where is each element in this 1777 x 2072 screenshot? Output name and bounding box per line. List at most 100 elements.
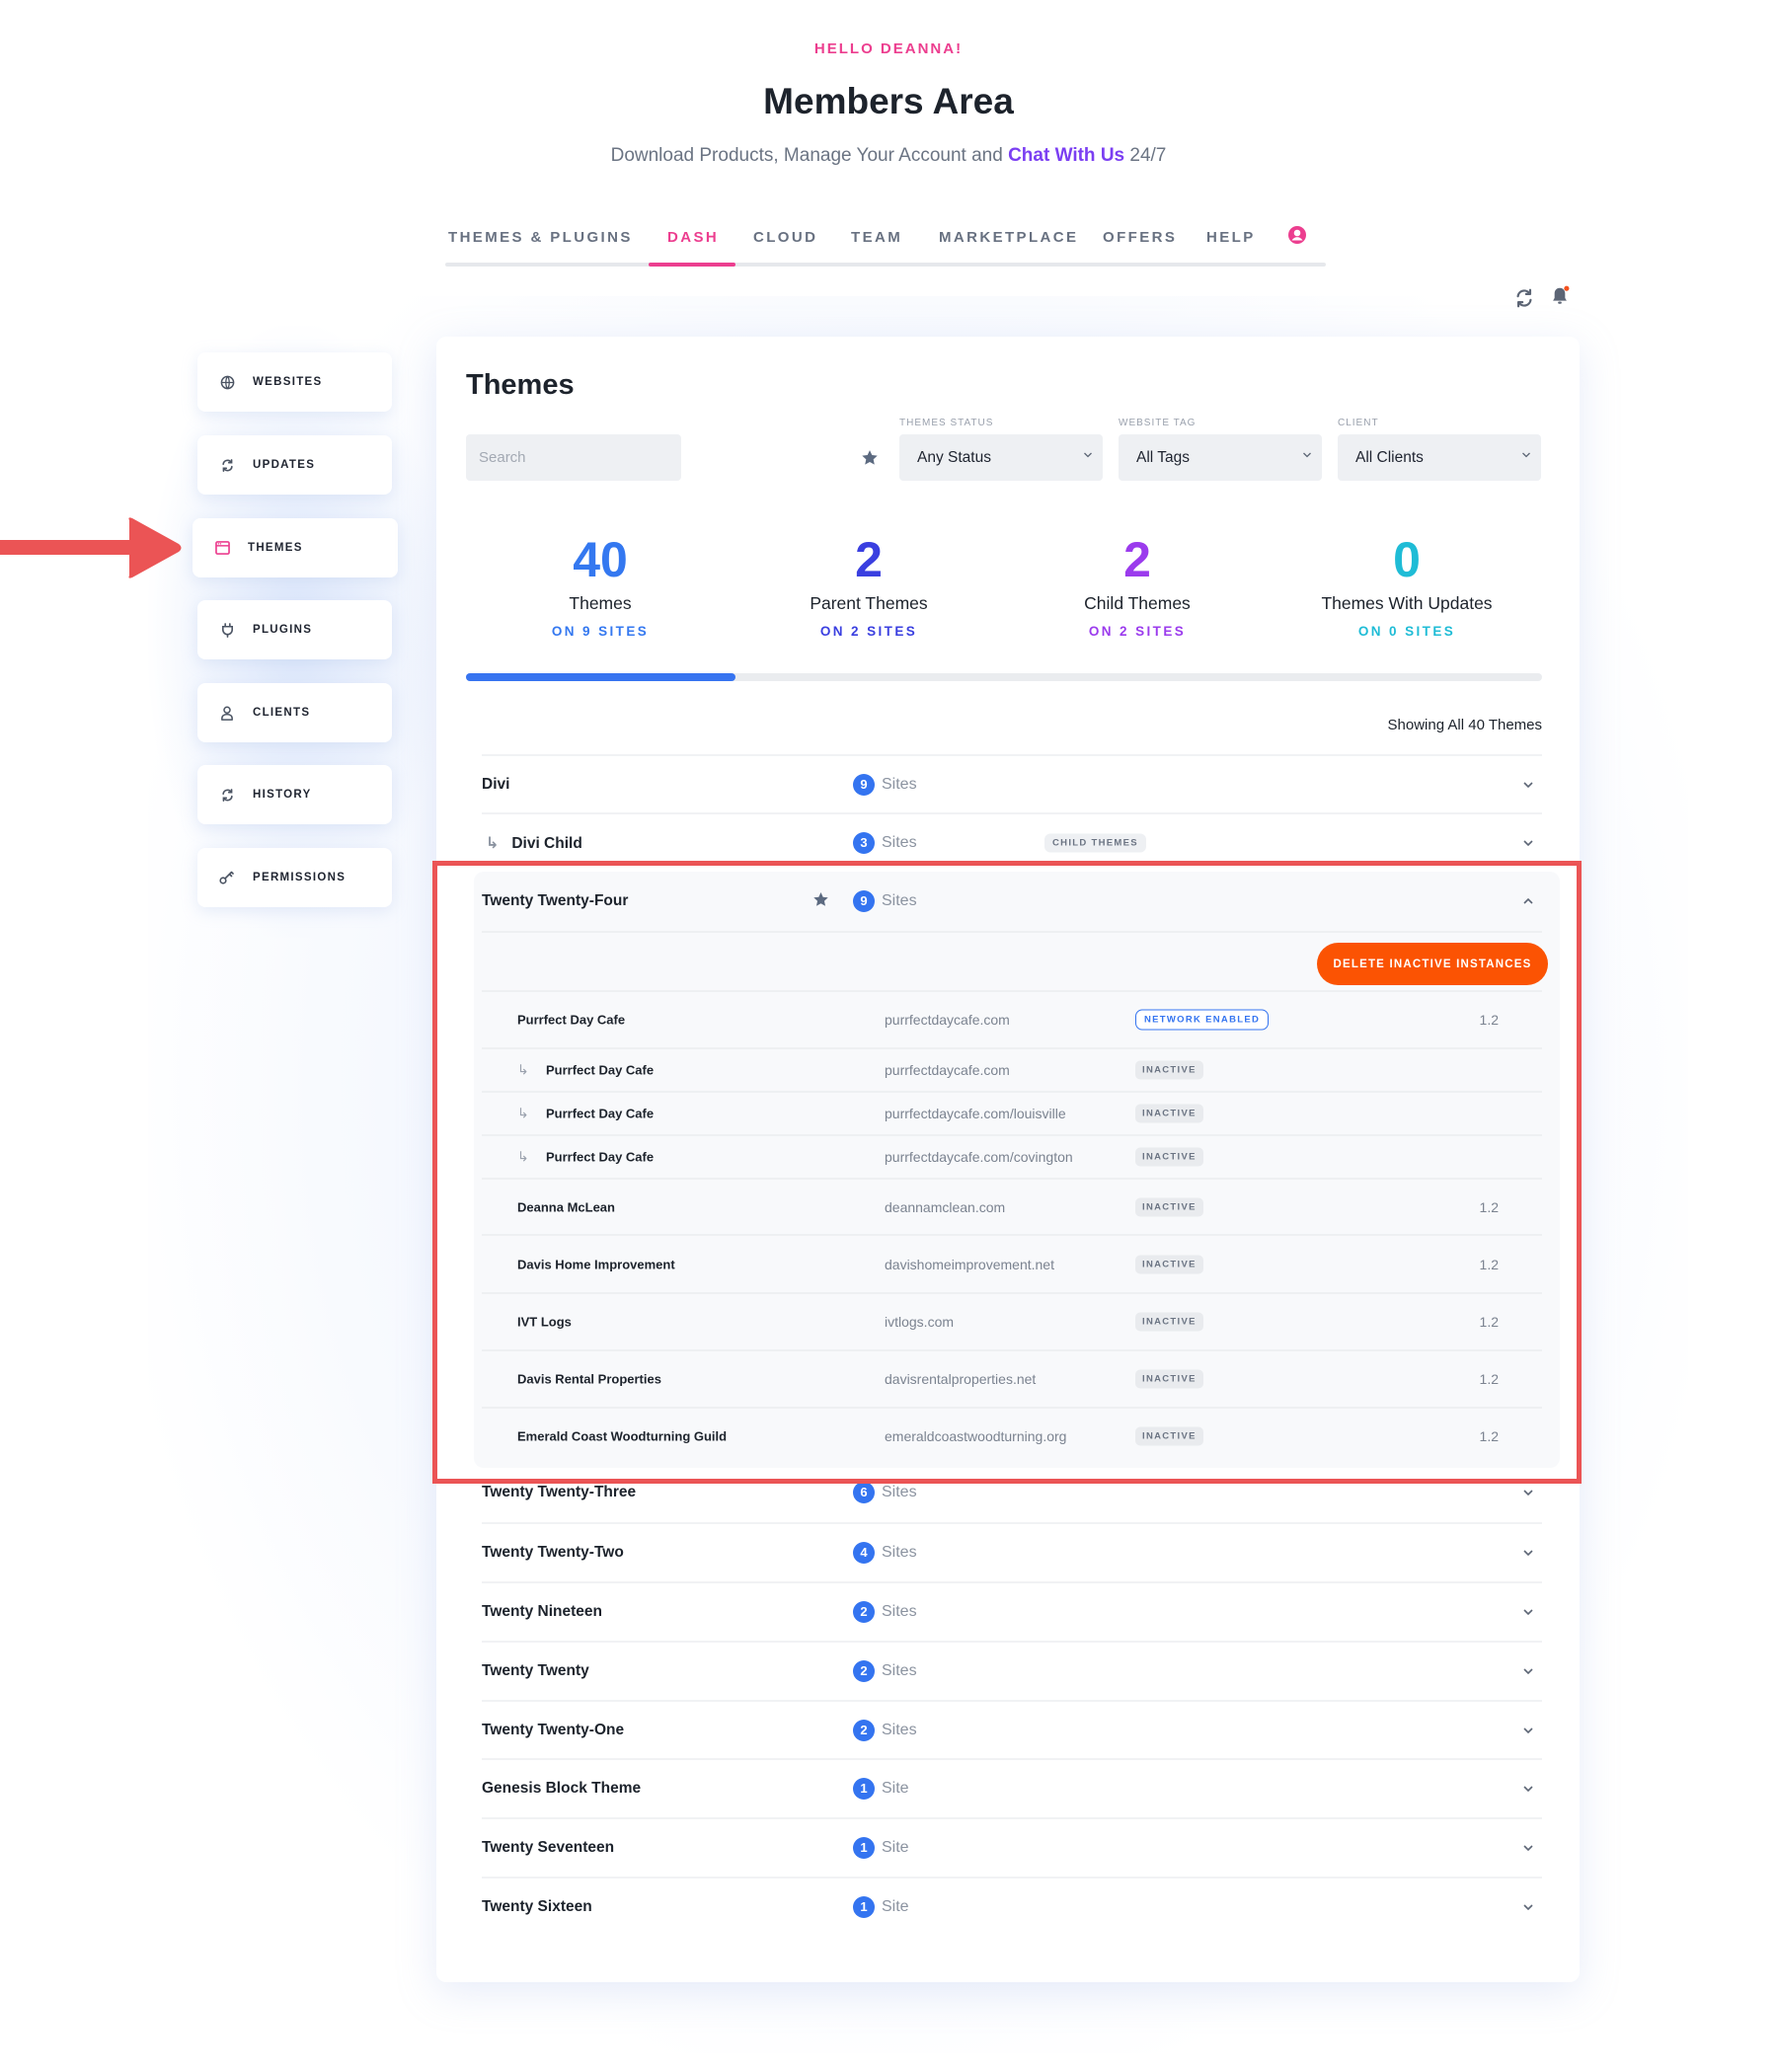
sites-label: Sites [882,1484,917,1500]
stat-sub: ON 9 SITES [551,624,650,639]
refresh-icon[interactable] [1513,287,1535,309]
theme-row[interactable]: Twenty Twenty-One 2 Sites [482,1700,1542,1759]
theme-name: Divi Child [511,835,582,852]
globe-icon [219,374,235,390]
chevron-down-icon[interactable] [1522,834,1534,852]
theme-row[interactable]: Genesis Block Theme 1 Site [482,1758,1542,1817]
theme-name: Twenty Twenty [482,1662,589,1679]
chevron-down-icon[interactable] [1522,1722,1534,1739]
site-count-badge: 3 [853,832,875,854]
chevron-down-icon [1303,452,1311,458]
theme-name: Genesis Block Theme [482,1780,642,1797]
theme-row[interactable]: Twenty Sixteen 1 Site [482,1877,1542,1936]
sidebar-item-themes[interactable]: THEMES [193,518,398,577]
tab-dash[interactable]: DASH [667,229,719,246]
plug-icon [219,622,235,638]
section-title: Themes [466,369,575,401]
chevron-down-icon[interactable] [1522,1544,1534,1562]
site-count-badge: 1 [853,1778,875,1800]
stat-label: Themes [569,593,632,613]
stats-progress-fill [466,673,735,681]
sites-label: Site [882,1780,909,1797]
sidebar-item-websites[interactable]: WEBSITES [197,352,392,412]
sites-label: Sites [882,776,917,793]
stat-label: Themes With Updates [1321,593,1493,613]
stat-3[interactable]: 0 Themes With Updates ON 0 SITES [1278,528,1535,639]
site-count-badge: 1 [853,1896,875,1918]
theme-row[interactable]: Divi 9 Sites [482,754,1542,813]
chevron-down-icon[interactable] [1522,1662,1534,1680]
search-input[interactable] [466,434,681,481]
stat-number: 40 [573,532,628,587]
theme-row[interactable]: Twenty Nineteen 2 Sites [482,1581,1542,1641]
theme-name: Twenty Seventeen [482,1839,615,1856]
stat-sub: ON 2 SITES [1088,624,1187,639]
site-count-badge: 6 [853,1482,875,1503]
chevron-down-icon[interactable] [1522,776,1534,794]
sidebar-item-history[interactable]: HISTORY [197,765,392,824]
theme-name: Twenty Sixteen [482,1898,592,1915]
sites-label: Sites [882,1722,917,1738]
stat-label: Child Themes [1084,593,1191,613]
tab-offers[interactable]: OFFERS [1103,229,1177,246]
client-select[interactable]: All Clients [1338,434,1541,481]
refresh-icon [219,787,235,803]
theme-name: Twenty Twenty-Three [482,1484,637,1500]
sites-label: Site [882,1898,909,1915]
chevron-down-icon[interactable] [1522,1484,1534,1501]
filter-label-client: CLIENT [1338,418,1379,428]
sidebar-item-clients[interactable]: CLIENTS [197,683,392,742]
highlight-box [432,861,1582,1484]
stat-0[interactable]: 40 Themes ON 9 SITES [472,528,729,639]
sites-label: Sites [882,1603,917,1620]
site-count-badge: 9 [853,774,875,796]
theme-row[interactable]: Twenty Twenty-Two 4 Sites [482,1522,1542,1581]
subtitle-suffix: 24/7 [1124,145,1167,166]
site-count-badge: 2 [853,1660,875,1682]
tab-themes-plugins[interactable]: THEMES & PLUGINS [448,229,633,246]
tag-select[interactable]: All Tags [1119,434,1322,481]
stat-sub: ON 0 SITES [1357,624,1456,639]
stat-number: 0 [1393,532,1421,587]
site-count-badge: 2 [853,1601,875,1623]
subtitle-prefix: Download Products, Manage Your Account a… [610,145,1009,166]
favorite-filter-star-icon[interactable] [861,449,879,466]
theme-name: Divi [482,776,510,793]
chat-with-us-link[interactable]: Chat With Us [1008,145,1124,166]
showing-count: Showing All 40 Themes [1387,717,1542,733]
tab-cloud[interactable]: CLOUD [753,229,817,246]
chevron-down-icon[interactable] [1522,1898,1534,1916]
status-select[interactable]: Any Status [899,434,1103,481]
sidebar-item-label: PLUGINS [253,624,313,636]
theme-row[interactable]: Twenty Seventeen 1 Site [482,1817,1542,1877]
sidebar-item-label: HISTORY [253,789,312,801]
site-count-badge: 1 [853,1837,875,1859]
stat-2[interactable]: 2 Child Themes ON 2 SITES [1009,528,1266,639]
chevron-down-icon[interactable] [1522,1603,1534,1621]
sidebar-item-plugins[interactable]: PLUGINS [197,600,392,659]
main-nav: THEMES & PLUGINS DASH CLOUD TEAM MARKETP… [445,219,1326,267]
bell-icon[interactable] [1549,285,1571,307]
stat-1[interactable]: 2 Parent Themes ON 2 SITES [740,528,997,639]
sidebar-item-updates[interactable]: UPDATES [197,435,392,495]
client-select-value: All Clients [1355,448,1424,466]
chevron-down-icon[interactable] [1522,1839,1534,1857]
theme-row[interactable]: Twenty Twenty 2 Sites [482,1641,1542,1700]
tab-help[interactable]: HELP [1206,229,1256,246]
user-circle-icon[interactable] [1287,225,1307,245]
tab-marketplace[interactable]: MARKETPLACE [939,229,1078,246]
page-subtitle: Download Products, Manage Your Account a… [0,145,1777,167]
chevron-down-icon [1522,452,1530,458]
sidebar-item-label: THEMES [248,542,303,554]
filter-label-status: THEMES STATUS [899,418,994,428]
chevron-down-icon [1084,452,1092,458]
sidebar-item-label: WEBSITES [253,376,323,388]
child-arrow-icon: ↳ [486,835,500,852]
sites-label: Sites [882,1544,917,1561]
chevron-down-icon[interactable] [1522,1780,1534,1798]
site-count-badge: 2 [853,1720,875,1741]
tag-select-value: All Tags [1136,448,1190,466]
sidebar-item-label: CLIENTS [253,707,311,719]
sidebar-item-permissions[interactable]: PERMISSIONS [197,848,392,907]
tab-team[interactable]: TEAM [851,229,902,246]
